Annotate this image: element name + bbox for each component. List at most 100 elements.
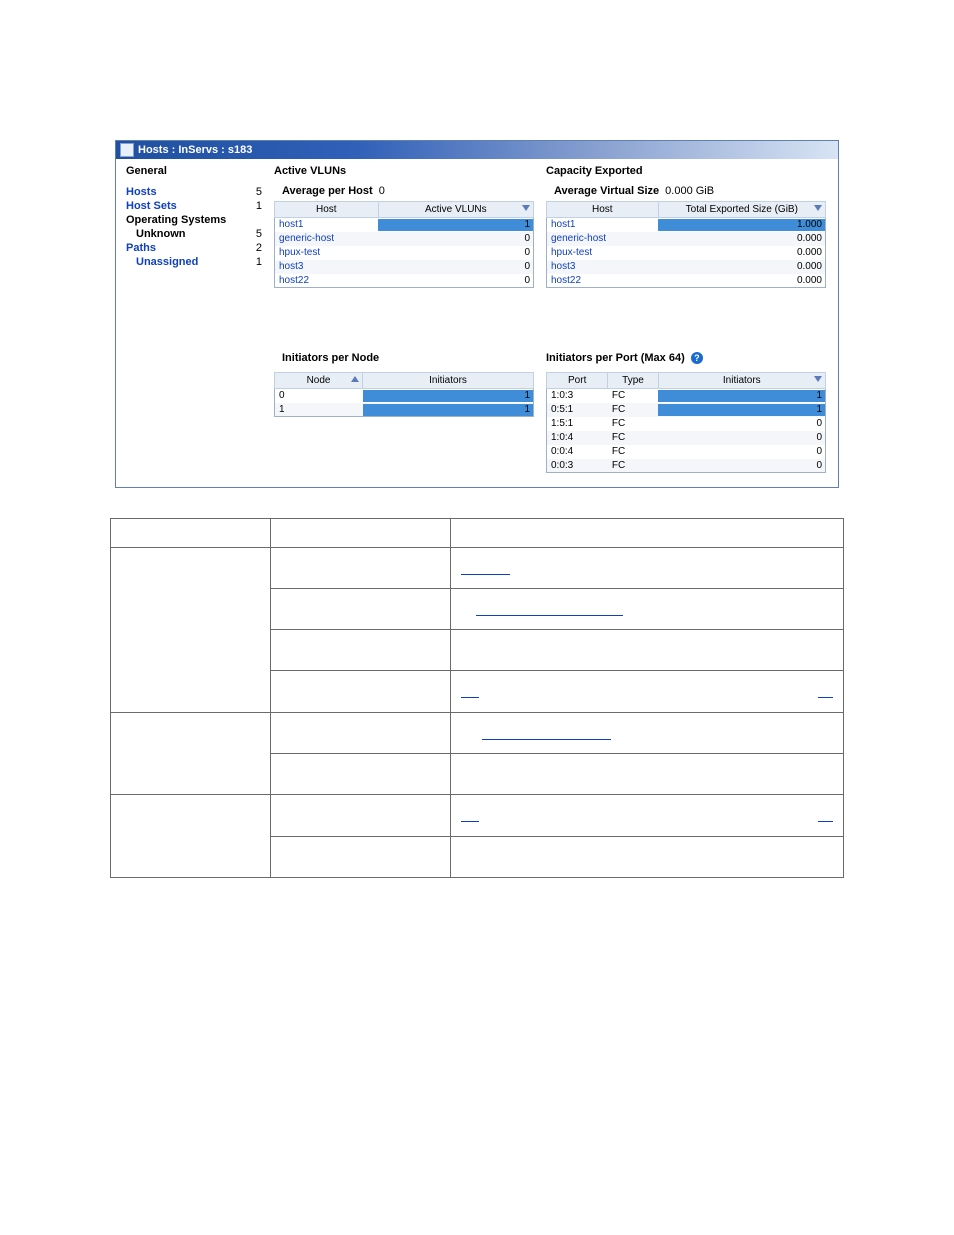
col-host[interactable]: Host <box>275 202 379 218</box>
col-type[interactable]: Type <box>608 373 658 389</box>
col-active-vluns[interactable]: Active VLUNs <box>378 202 533 218</box>
host-link[interactable]: host3 <box>279 261 303 272</box>
col-exported-size[interactable]: Total Exported Size (GiB) <box>658 202 825 218</box>
col-host-cap[interactable]: Host <box>547 202 659 218</box>
bar-cell: 0 <box>658 417 825 431</box>
host-link[interactable]: host22 <box>551 275 581 286</box>
bar-cell: 0 <box>378 232 533 246</box>
desc-link[interactable] <box>476 603 623 616</box>
help-icon[interactable]: ? <box>691 352 703 364</box>
bar-cell: 0.000 <box>658 246 825 260</box>
window-icon <box>120 143 134 157</box>
bar-cell: 0 <box>658 445 825 459</box>
general-value: 1 <box>256 256 262 268</box>
avg-per-host-label: Average per Host <box>282 185 373 197</box>
avg-virtual-size-label: Average Virtual Size <box>554 185 659 197</box>
table-row: host30 <box>275 260 534 274</box>
general-value: 2 <box>256 242 262 254</box>
general-value: 5 <box>256 228 262 240</box>
general-row: Hosts 5 <box>126 185 262 199</box>
table-row: generic-host 0 <box>275 232 534 246</box>
avg-per-host-value: 0 <box>379 185 385 197</box>
general-row: Unassigned 1 <box>126 255 262 269</box>
bar-value: 1 <box>816 404 822 415</box>
host-link[interactable]: hpux-test <box>551 247 592 258</box>
general-row: Host Sets1 <box>126 199 262 213</box>
capacity-title: Capacity Exported <box>546 165 826 179</box>
bar-cell: 0 <box>658 459 825 473</box>
init-port-table: Port Type Initiators 1:0:3FC10:5:1FC11:5… <box>546 372 826 473</box>
window-titlebar: Hosts : InServs : s183 <box>116 141 838 159</box>
host-link[interactable]: hpux-test <box>279 247 320 258</box>
host-link[interactable]: host3 <box>551 261 575 272</box>
bar-value: 0 <box>524 275 530 286</box>
desc-link[interactable] <box>461 685 479 698</box>
desc-link[interactable] <box>461 809 479 822</box>
description-table <box>110 518 844 878</box>
col-node[interactable]: Node <box>275 373 363 389</box>
bar-cell: 1.000 <box>658 218 825 232</box>
bar <box>658 390 825 402</box>
general-label[interactable]: Paths <box>126 242 156 254</box>
table-row: 11 <box>275 403 534 417</box>
window-content: General Hosts5Host Sets1Operating System… <box>116 159 838 487</box>
bar-cell: 0 <box>378 274 533 288</box>
general-row: Unknown5 <box>126 227 262 241</box>
table-row: hpux-test 0 <box>275 246 534 260</box>
bar-value: 0 <box>524 247 530 258</box>
general-label: Operating Systems <box>126 214 226 226</box>
desc-link[interactable] <box>461 562 510 575</box>
bar-cell: 1 <box>363 389 534 403</box>
general-row: Operating Systems <box>126 213 262 227</box>
desc-link[interactable] <box>818 809 833 822</box>
bar-cell: 1 <box>363 403 534 417</box>
general-title: General <box>126 165 262 179</box>
table-row: host22 0.000 <box>547 274 826 288</box>
host-link[interactable]: generic-host <box>279 233 334 244</box>
active-vluns-table: Host Active VLUNs host11generic-host0hpu… <box>274 201 534 288</box>
window-title: Hosts : InServs : s183 <box>138 144 252 156</box>
bar-value: 0 <box>816 460 822 471</box>
avg-virtual-size: Average Virtual Size 0.000 GiB <box>546 185 826 197</box>
table-row: 1:0:4FC0 <box>547 431 826 445</box>
bar-value: 1 <box>816 390 822 401</box>
bar-cell: 0 <box>378 246 533 260</box>
general-label[interactable]: Hosts <box>126 186 157 198</box>
bar-cell: 0.000 <box>658 274 825 288</box>
bar-cell: 0.000 <box>658 260 825 274</box>
init-port-title: Initiators per Port (Max 64) ? <box>546 352 826 366</box>
bar-value: 0 <box>524 233 530 244</box>
bar-value: 1.000 <box>797 219 822 230</box>
table-row: host1 1.000 <box>547 218 826 232</box>
avg-virtual-size-value: 0.000 GiB <box>665 185 714 197</box>
general-value: 5 <box>256 186 262 198</box>
sort-asc-icon <box>351 376 359 382</box>
bar <box>363 390 533 402</box>
bar-value: 0.000 <box>797 233 822 244</box>
general-label[interactable]: Host Sets <box>126 200 177 212</box>
sort-desc-icon <box>814 376 822 382</box>
bar-value: 0 <box>816 446 822 457</box>
host-link[interactable]: host1 <box>279 219 303 230</box>
desc-link[interactable] <box>482 727 610 740</box>
sort-desc-icon <box>522 205 530 211</box>
col-port[interactable]: Port <box>547 373 608 389</box>
bar-cell: 1 <box>658 389 825 403</box>
sort-desc-icon <box>814 205 822 211</box>
table-row: 0:5:1FC1 <box>547 403 826 417</box>
bar-value: 1 <box>524 219 530 230</box>
host-link[interactable]: host22 <box>279 275 309 286</box>
col-initiators-port[interactable]: Initiators <box>658 373 825 389</box>
description-table-wrap <box>110 518 844 878</box>
bar-value: 0 <box>816 432 822 443</box>
table-row: generic-host 0.000 <box>547 232 826 246</box>
bar-value: 0.000 <box>797 275 822 286</box>
host-link[interactable]: host1 <box>551 219 575 230</box>
col-initiators[interactable]: Initiators <box>363 373 534 389</box>
hosts-window: Hosts : InServs : s183 General Hosts5Hos… <box>115 140 839 488</box>
desc-link[interactable] <box>818 685 833 698</box>
general-label[interactable]: Unassigned <box>126 256 198 268</box>
table-row: 1:5:1FC0 <box>547 417 826 431</box>
host-link[interactable]: generic-host <box>551 233 606 244</box>
init-node-title: Initiators per Node <box>274 352 534 366</box>
